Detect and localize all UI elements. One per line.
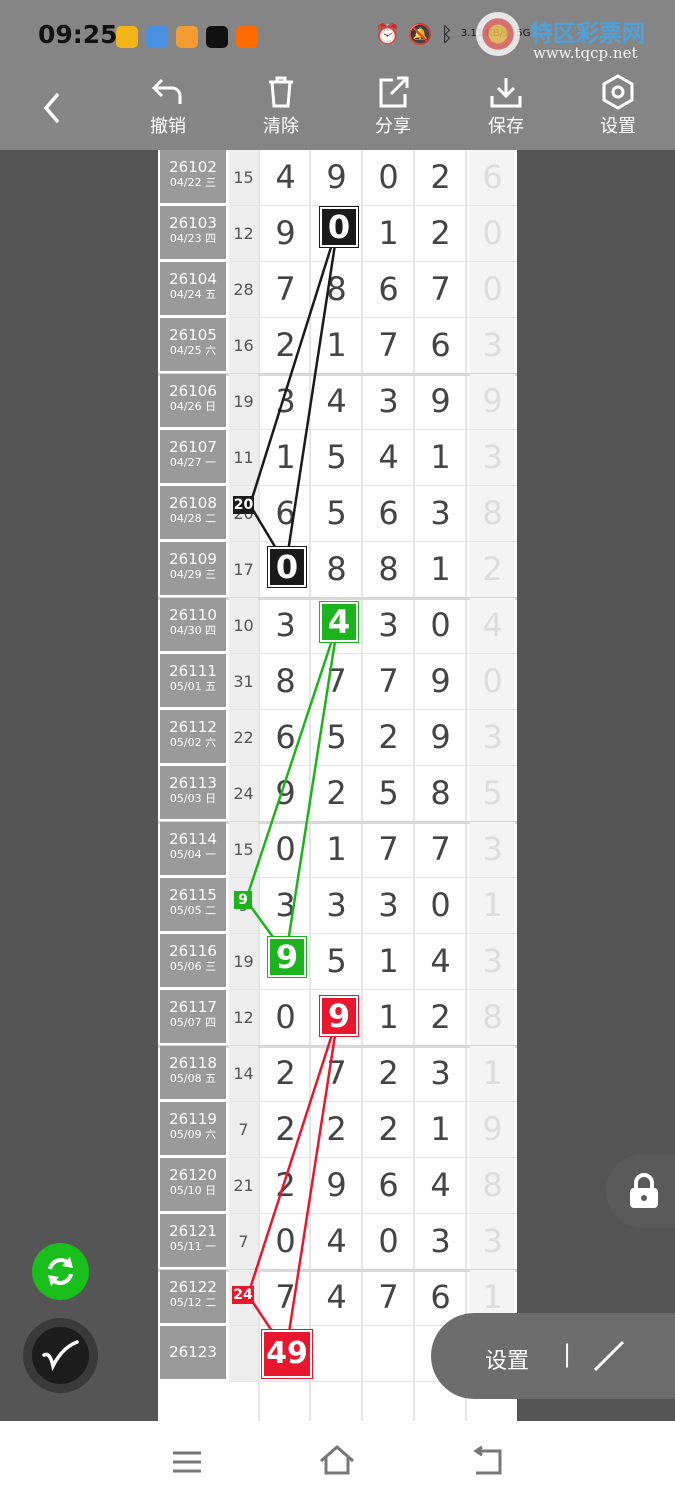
alarm-icon: ⏰ xyxy=(375,22,400,46)
settings-pill: 设置 | xyxy=(431,1313,675,1399)
undo-label: 撤销 xyxy=(150,116,186,137)
bottom-nav xyxy=(0,1421,675,1500)
green-top-badge[interactable]: 4 xyxy=(319,601,359,643)
green-line xyxy=(284,621,340,956)
status-bar: 09:25 ⏰ 🔕 ᛒ 3.11 KB/s 5G 特区彩票网 www.tqcp.… xyxy=(0,0,675,72)
red-line xyxy=(246,1015,340,1296)
lock-button[interactable] xyxy=(606,1154,675,1228)
save-button[interactable]: 保存 xyxy=(471,72,541,150)
lock-icon xyxy=(630,1173,658,1208)
pen-icon xyxy=(42,1340,79,1372)
share-icon xyxy=(379,76,409,108)
black-top-badge[interactable]: 0 xyxy=(319,206,359,248)
menu-icon[interactable] xyxy=(170,1445,204,1479)
home-icon[interactable] xyxy=(317,1443,357,1477)
return-icon[interactable] xyxy=(470,1445,506,1479)
watermark-logo-icon xyxy=(476,12,520,56)
notification-icons xyxy=(116,26,258,48)
trend-chart[interactable]: 2610204/22 三15490262610304/23 四129012026… xyxy=(158,150,517,1421)
mute-icon: 🔕 xyxy=(407,22,433,46)
settings-label: 设置 xyxy=(600,116,636,137)
refresh-icon xyxy=(48,1257,73,1286)
refresh-button[interactable] xyxy=(32,1243,89,1300)
app-notify-icon xyxy=(176,26,198,48)
left-margin xyxy=(0,150,158,1421)
clear-label: 清除 xyxy=(263,116,299,137)
settings-button[interactable]: 设置 xyxy=(583,72,653,150)
undo-icon xyxy=(151,78,182,104)
share-label: 分享 xyxy=(375,116,411,137)
red-top-badge[interactable]: 9 xyxy=(319,995,359,1037)
right-margin xyxy=(517,150,675,1421)
clear-button[interactable]: 清除 xyxy=(246,72,316,150)
toolbar: 撤销 清除 分享 保存 设置 xyxy=(0,72,675,150)
green-bottom-badge[interactable]: 9 xyxy=(267,936,307,978)
red-bottom-badge[interactable]: 49 xyxy=(261,1329,313,1379)
green-side-badge[interactable]: 9 xyxy=(234,891,252,909)
watermark-url: www.tqcp.net xyxy=(533,44,638,62)
black-line xyxy=(284,224,340,566)
black-line xyxy=(248,224,340,506)
green-line xyxy=(244,621,340,901)
trend-lines xyxy=(244,224,340,1353)
watermark-title: 特区彩票网 xyxy=(530,21,645,47)
black-side-badge[interactable]: 20 xyxy=(233,496,254,514)
tiktok-icon xyxy=(206,26,228,48)
pen-button[interactable] xyxy=(23,1318,98,1393)
pill-separator: | xyxy=(563,1340,572,1368)
download-icon xyxy=(490,78,522,108)
slash-icon[interactable] xyxy=(589,1336,629,1376)
status-time: 09:25 xyxy=(38,20,118,49)
taobao-icon xyxy=(236,26,258,48)
black-bottom-badge[interactable]: 0 xyxy=(267,546,307,588)
back-button[interactable] xyxy=(34,88,74,128)
save-label: 保存 xyxy=(488,116,524,137)
undo-button[interactable]: 撤销 xyxy=(133,72,203,150)
bluetooth-icon: ᛒ xyxy=(440,22,453,46)
app-notify-icon xyxy=(146,26,168,48)
pill-settings-button[interactable]: 设置 xyxy=(485,1343,529,1375)
hexagon-settings-icon xyxy=(602,74,634,110)
back-arrow-icon xyxy=(43,92,60,124)
app-notify-icon xyxy=(116,26,138,48)
red-side-badge[interactable]: 24 xyxy=(232,1286,254,1304)
trash-icon xyxy=(269,76,293,108)
share-button[interactable]: 分享 xyxy=(358,72,428,150)
red-line xyxy=(284,1015,340,1353)
